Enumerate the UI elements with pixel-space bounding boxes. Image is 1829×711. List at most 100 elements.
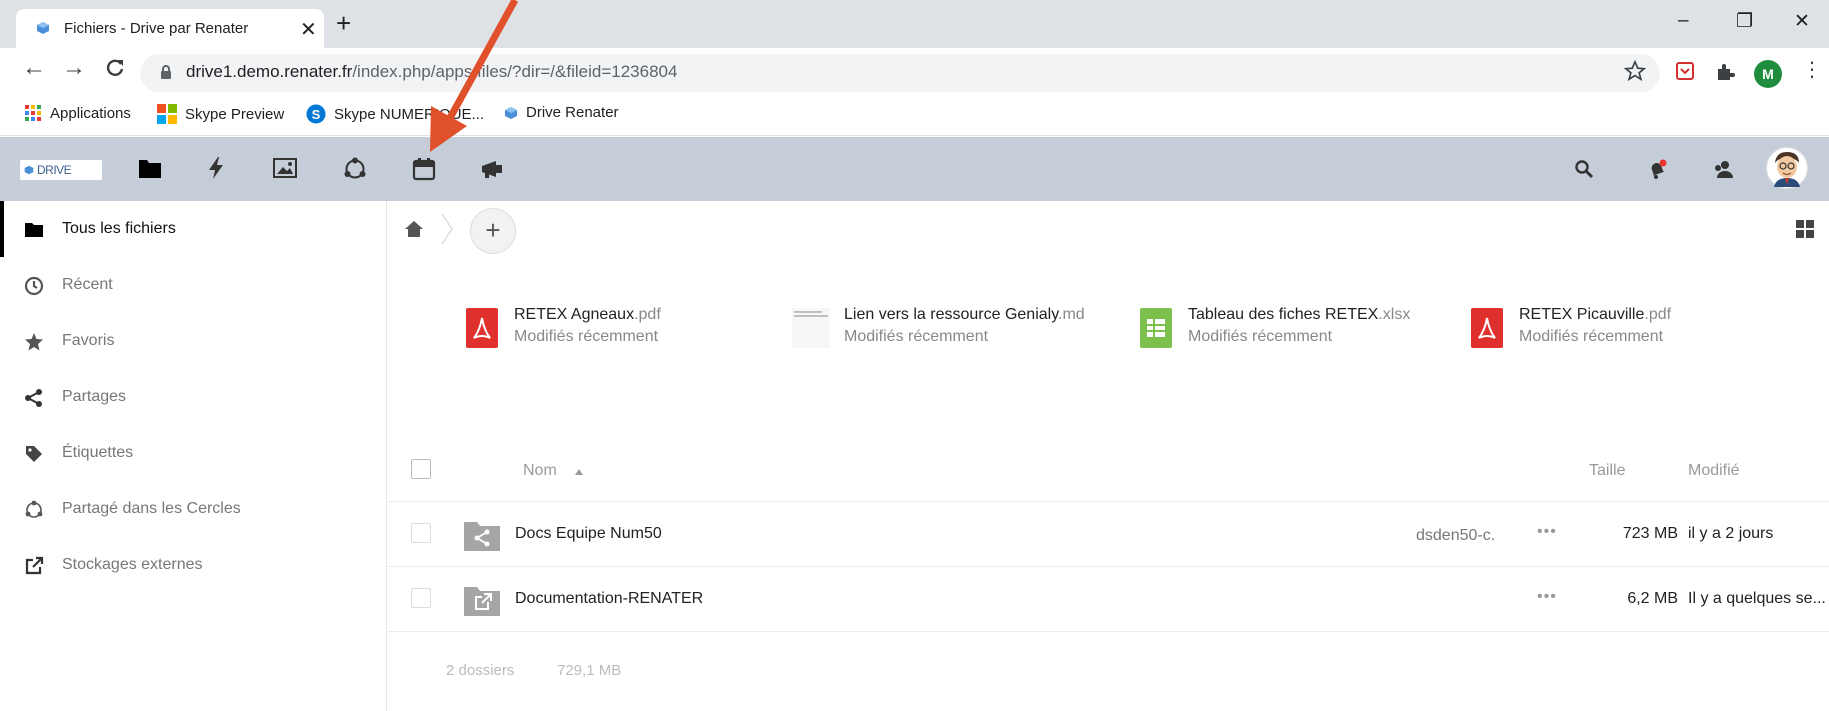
forward-button[interactable]: → [62, 56, 86, 80]
bookmark-skype-numerique[interactable]: S Skype NUMERIQUE... [306, 104, 484, 124]
sidebar-item-circles[interactable]: Partagé dans les Cercles [0, 481, 386, 537]
microsoft-icon [157, 104, 177, 124]
column-modified[interactable]: Modifié [1688, 462, 1740, 480]
reload-button[interactable] [104, 57, 126, 79]
sort-ascending-icon[interactable] [574, 468, 584, 476]
recent-file-subtitle: Modifiés récemment [1188, 328, 1333, 345]
sidebar-item-shares[interactable]: Partages [0, 369, 386, 425]
select-all-checkbox[interactable] [411, 459, 431, 479]
recent-file-card[interactable]: Tableau des fiches RETEX.xlsx Modifiés r… [1140, 304, 1440, 348]
spreadsheet-icon [1140, 308, 1172, 348]
calendar-icon[interactable] [412, 157, 436, 181]
bookmark-skype-preview[interactable]: Skype Preview [157, 104, 284, 124]
sidebar-item-recent[interactable]: Récent [0, 257, 386, 313]
share-icon [25, 389, 42, 407]
window-close-button[interactable]: ✕ [1794, 10, 1810, 33]
recent-file-card[interactable]: Lien vers la ressource Genialy.md Modifi… [792, 304, 1116, 348]
notifications-icon[interactable] [1646, 158, 1668, 180]
bookmark-label: Skype Preview [185, 105, 285, 123]
new-file-button[interactable]: + [470, 208, 516, 254]
restore-button[interactable]: ❐ [1736, 10, 1753, 33]
contacts-icon[interactable] [1713, 159, 1735, 179]
lock-icon [160, 65, 172, 80]
url-text[interactable]: drive1.demo.renater.fr/index.php/apps/fi… [186, 62, 677, 82]
clock-icon [24, 276, 44, 296]
logo-text: DRIVE [37, 163, 72, 177]
sidebar-item-favorites[interactable]: Favoris [0, 313, 386, 369]
row-checkbox[interactable] [411, 588, 431, 608]
row-checkbox[interactable] [411, 523, 431, 543]
sidebar-item-label: Tous les fichiers [62, 220, 176, 237]
recent-file-name: Lien vers la ressource Genialy [844, 306, 1059, 323]
activity-icon[interactable] [206, 156, 226, 180]
bookmark-star-icon[interactable] [1624, 60, 1646, 82]
recent-file-ext: .pdf [634, 306, 661, 323]
circles-icon [25, 500, 43, 518]
sidebar-item-label: Stockages externes [62, 556, 203, 573]
file-owner[interactable]: dsden50-c. [1416, 527, 1495, 545]
back-button[interactable]: ← [22, 56, 46, 80]
external-folder-icon [464, 587, 500, 616]
bookmark-label: Drive Renater [526, 104, 619, 121]
bookmark-drive-renater[interactable]: Drive Renater [504, 104, 619, 121]
recent-file-card[interactable]: RETEX Agneaux.pdf Modifiés récemment [466, 304, 766, 348]
bookmark-label: Applications [50, 104, 131, 122]
sidebar-item-external-storage[interactable]: Stockages externes [0, 537, 386, 593]
column-name[interactable]: Nom [523, 462, 557, 480]
file-name[interactable]: Documentation-RENATER [515, 590, 703, 608]
column-size[interactable]: Taille [1589, 462, 1625, 480]
sidebar-item-tags[interactable]: Étiquettes [0, 425, 386, 481]
pdf-icon [1471, 308, 1503, 348]
file-name[interactable]: Docs Equipe Num50 [515, 525, 662, 543]
sidebar-item-label: Étiquettes [62, 444, 134, 461]
browser-menu-icon[interactable]: ⋮ [1802, 60, 1822, 80]
file-size: 723 MB [1622, 525, 1678, 542]
browser-tab[interactable]: Fichiers - Drive par Renater ✕ [16, 9, 324, 48]
drive-logo[interactable]: DRIVE [20, 160, 102, 180]
profile-avatar[interactable]: M [1754, 60, 1782, 88]
recent-file-name: RETEX Agneaux [514, 306, 635, 323]
file-size: 6,2 MB [1627, 590, 1678, 607]
drive-favicon-icon [505, 106, 517, 119]
breadcrumb-home-icon[interactable] [404, 220, 424, 238]
sidebar-item-label: Favoris [62, 332, 115, 349]
file-modified: Il y a quelques se... [1688, 590, 1826, 607]
recent-file-card[interactable]: RETEX Picauville.pdf Modifiés récemment [1471, 304, 1771, 348]
table-row[interactable]: Documentation-RENATER ••• 6,2 MB Il y a … [388, 568, 1829, 632]
file-actions-button[interactable]: ••• [1537, 523, 1557, 541]
text-preview-icon [792, 308, 830, 348]
search-icon[interactable] [1574, 159, 1594, 179]
summary-total-size: 729,1 MB [557, 662, 622, 679]
bookmark-applications[interactable]: Applications [24, 104, 131, 122]
recent-file-name: Tableau des fiches RETEX [1188, 306, 1379, 323]
tab-close-icon[interactable]: ✕ [300, 17, 317, 42]
sidebar: Tous les fichiers Récent Favoris Partage… [0, 201, 387, 711]
recent-file-subtitle: Modifiés récemment [1519, 328, 1664, 345]
minimize-button[interactable]: – [1678, 10, 1689, 32]
tag-icon [26, 446, 42, 462]
gallery-icon[interactable] [273, 158, 297, 178]
circles-app-icon[interactable] [343, 157, 367, 181]
announcement-icon[interactable] [480, 159, 506, 179]
pocket-extension-icon[interactable] [1676, 62, 1694, 80]
url-path: /index.php/apps/files/?dir=/&fileid=1236… [352, 62, 678, 81]
sidebar-item-label: Récent [62, 276, 113, 293]
file-list-header: Nom Taille Modifié [388, 440, 1829, 502]
reload-icon [106, 59, 124, 76]
user-avatar[interactable] [1766, 147, 1808, 189]
table-row[interactable]: Docs Equipe Num50 dsden50-c. ••• 723 MB … [388, 503, 1829, 567]
external-icon [25, 556, 44, 575]
files-app-folder-icon[interactable] [138, 157, 162, 179]
breadcrumb-separator [441, 213, 453, 245]
grid-view-toggle-icon[interactable] [1796, 220, 1814, 238]
file-actions-button[interactable]: ••• [1537, 588, 1557, 606]
new-tab-button[interactable]: + [336, 10, 351, 36]
bookmark-label: Skype NUMERIQUE... [334, 105, 485, 123]
sidebar-item-all-files[interactable]: Tous les fichiers [0, 201, 386, 257]
drive-favicon-icon [36, 21, 50, 35]
svg-text:S: S [312, 107, 321, 122]
extensions-icon[interactable] [1714, 61, 1736, 83]
summary-folder-count: 2 dossiers [446, 662, 515, 679]
tab-title: Fichiers - Drive par Renater [64, 20, 249, 37]
recent-file-ext: .pdf [1644, 306, 1672, 323]
